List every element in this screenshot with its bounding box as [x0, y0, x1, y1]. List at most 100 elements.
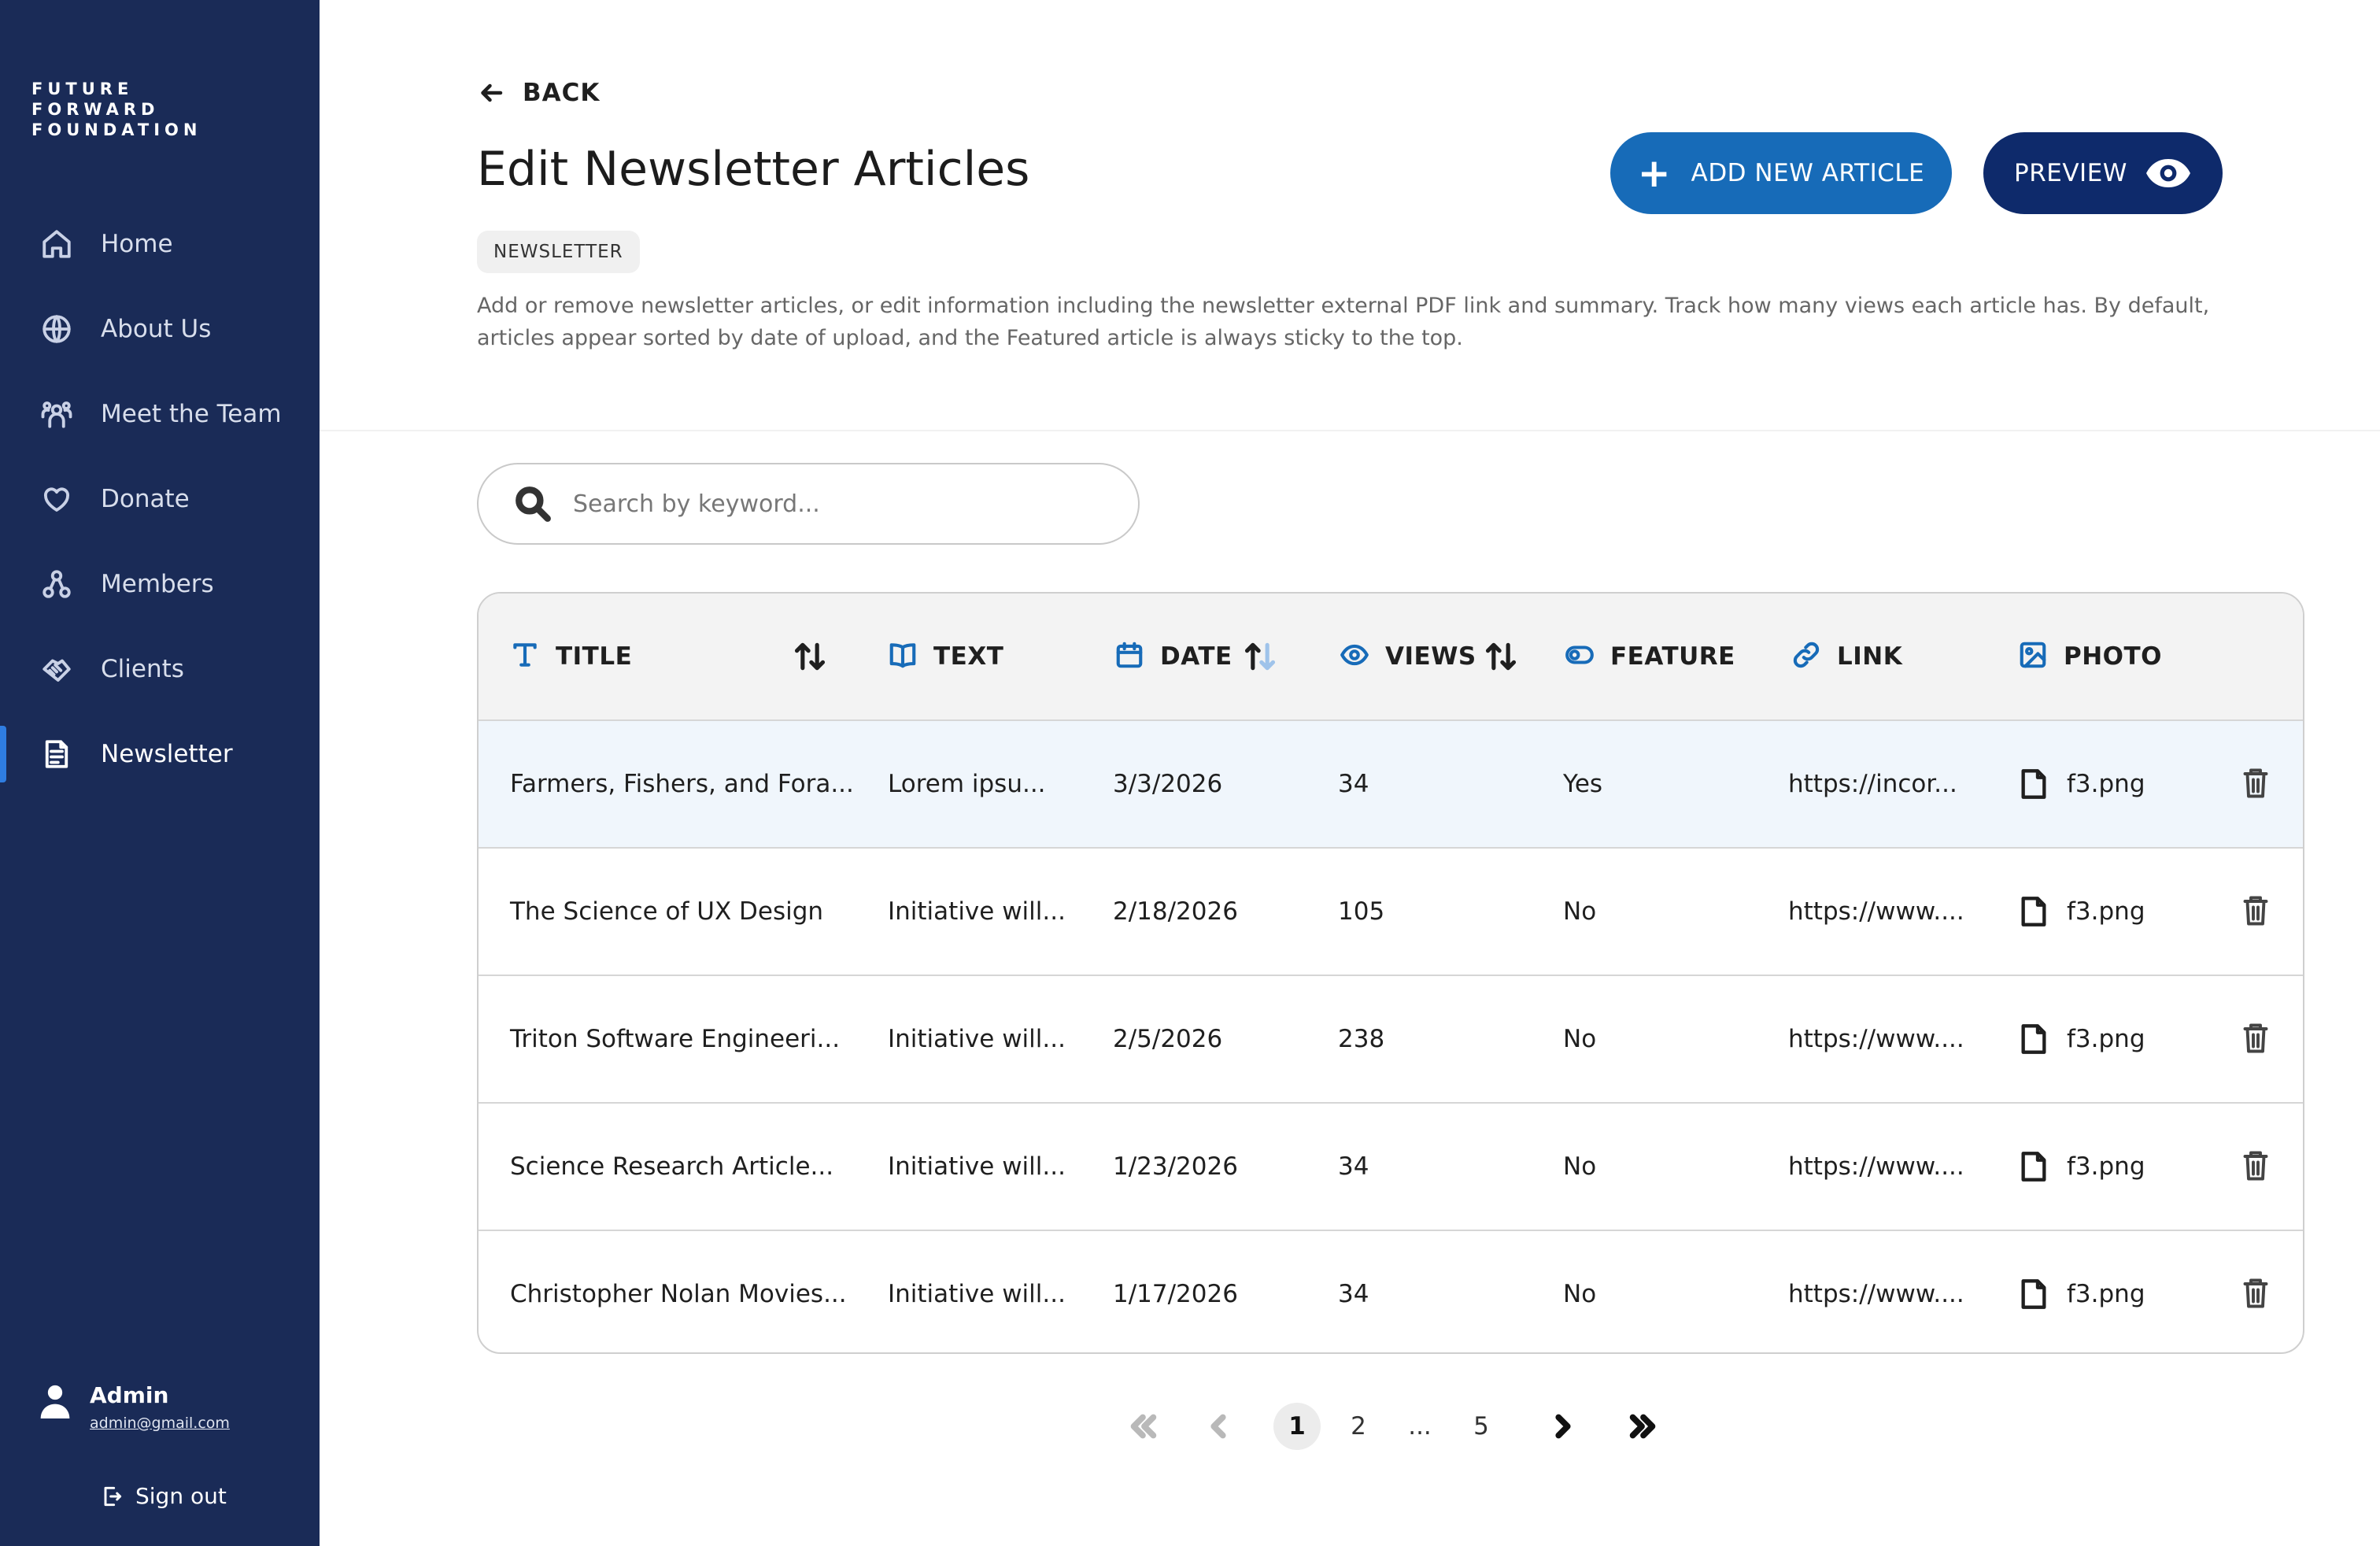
cell-link[interactable]: https://www.... — [1788, 849, 1964, 975]
sidebar-item-label: Members — [101, 570, 214, 598]
page-button-1[interactable]: 1 — [1273, 1403, 1321, 1450]
cell-text[interactable]: Initiative will... — [888, 976, 1066, 1102]
column-header-title: TITLE — [510, 594, 632, 719]
sort-views-button[interactable] — [1483, 639, 1519, 674]
sign-out-icon — [104, 1486, 122, 1506]
team-icon — [39, 397, 74, 431]
table-row[interactable]: Science Research Article... Initiative w… — [479, 1102, 2303, 1230]
sort-ascending-icon — [1244, 642, 1276, 671]
cell-date[interactable]: 2/18/2026 — [1113, 849, 1238, 975]
sidebar-item-clients[interactable]: Clients — [0, 627, 320, 712]
header-divider — [320, 430, 2380, 431]
trash-icon — [2243, 1278, 2268, 1308]
sort-arrows-icon — [1485, 642, 1517, 671]
page-button-5[interactable]: 5 — [1458, 1403, 1505, 1450]
cell-link[interactable]: https://incor... — [1788, 721, 1957, 847]
cell-date[interactable]: 2/5/2026 — [1113, 976, 1222, 1102]
page-description: Add or remove newsletter articles, or ed… — [477, 294, 2210, 350]
delete-row-button[interactable] — [2241, 1149, 2273, 1184]
members-icon — [39, 567, 74, 601]
sidebar-item-meet-the-team[interactable]: Meet the Team — [0, 372, 320, 457]
cell-feature[interactable]: No — [1563, 849, 1596, 975]
cell-text[interactable]: Initiative will... — [888, 849, 1066, 975]
cell-date[interactable]: 1/23/2026 — [1113, 1104, 1238, 1230]
cell-link[interactable]: https://www.... — [1788, 1231, 1964, 1352]
photo-filename: f3.png — [2067, 1152, 2145, 1181]
book-icon — [888, 640, 918, 673]
cell-title[interactable]: Christopher Nolan Movies... — [510, 1231, 847, 1352]
preview-button[interactable]: PREVIEW — [1983, 132, 2223, 214]
column-label: PHOTO — [2064, 642, 2163, 671]
photo-filename: f3.png — [2067, 770, 2145, 798]
cell-photo[interactable]: f3.png — [2020, 849, 2145, 975]
column-header-text: TEXT — [888, 594, 1003, 719]
cell-photo[interactable]: f3.png — [2020, 1231, 2145, 1352]
cell-views: 34 — [1338, 770, 1369, 798]
text-type-icon — [510, 640, 540, 673]
globe-icon — [39, 312, 74, 346]
cell-photo[interactable]: f3.png — [2020, 1104, 2145, 1230]
delete-row-button[interactable] — [2241, 767, 2273, 801]
column-header-feature: FEATURE — [1565, 594, 1735, 719]
search-bar — [477, 463, 1140, 545]
brand-line-1: FUTURE — [31, 80, 134, 98]
trash-icon — [2243, 896, 2268, 926]
toggle-icon — [1565, 640, 1595, 673]
cell-photo[interactable]: f3.png — [2020, 976, 2145, 1102]
sidebar-item-newsletter[interactable]: Newsletter — [0, 712, 320, 797]
delete-row-button[interactable] — [2241, 1022, 2273, 1056]
sidebar-item-about-us[interactable]: About Us — [0, 287, 320, 372]
page-button-2[interactable]: 2 — [1335, 1403, 1382, 1450]
table-row[interactable]: Triton Software Engineeri... Initiative … — [479, 975, 2303, 1102]
back-button[interactable]: BACK — [477, 79, 600, 107]
cell-date[interactable]: 1/17/2026 — [1113, 1231, 1238, 1352]
cell-date[interactable]: 3/3/2026 — [1113, 721, 1222, 847]
delete-row-button[interactable] — [2241, 1277, 2273, 1311]
sign-out-button[interactable]: Sign out — [99, 1483, 227, 1509]
sort-title-button[interactable] — [792, 639, 828, 674]
last-page-button[interactable] — [1620, 1403, 1667, 1450]
newsletter-icon — [39, 737, 74, 771]
brand-logo[interactable]: FUTURE FORWARD FOUNDATION — [31, 79, 201, 140]
cell-feature[interactable]: No — [1563, 1104, 1596, 1230]
search-input[interactable] — [573, 490, 1092, 518]
cell-text[interactable]: Initiative will... — [888, 1231, 1066, 1352]
cell-title[interactable]: Farmers, Fishers, and Fora... — [510, 721, 854, 847]
double-chevron-right-icon — [1629, 1414, 1656, 1439]
cell-link[interactable]: https://www.... — [1788, 976, 1964, 1102]
table-row[interactable]: Christopher Nolan Movies... Initiative w… — [479, 1230, 2303, 1352]
table-row[interactable]: The Science of UX Design Initiative will… — [479, 847, 2303, 975]
cell-feature[interactable]: Yes — [1563, 721, 1602, 847]
previous-page-button[interactable] — [1195, 1403, 1242, 1450]
column-label: TITLE — [556, 642, 633, 671]
cell-feature[interactable]: No — [1563, 976, 1596, 1102]
cell-text[interactable]: Initiative will... — [888, 1104, 1066, 1230]
column-label: DATE — [1160, 642, 1232, 671]
cell-photo[interactable]: f3.png — [2020, 721, 2145, 847]
sidebar-item-home[interactable]: Home — [0, 202, 320, 287]
cell-link[interactable]: https://www.... — [1788, 1104, 1964, 1230]
cell-title[interactable]: Triton Software Engineeri... — [510, 976, 840, 1102]
column-header-photo: PHOTO — [2018, 594, 2162, 719]
page-title: Edit Newsletter Articles — [477, 142, 1030, 197]
next-page-button[interactable] — [1539, 1403, 1587, 1450]
cell-views: 34 — [1338, 1152, 1369, 1181]
sidebar-item-donate[interactable]: Donate — [0, 457, 320, 542]
cell-text[interactable]: Lorem ipsu... — [888, 721, 1046, 847]
cell-title[interactable]: Science Research Article... — [510, 1104, 833, 1230]
arrow-left-icon — [481, 83, 503, 102]
column-label: LINK — [1837, 642, 1903, 671]
trash-icon — [2243, 1023, 2268, 1053]
cell-feature[interactable]: No — [1563, 1231, 1596, 1352]
sort-date-button[interactable] — [1242, 639, 1278, 674]
first-page-button[interactable] — [1119, 1403, 1166, 1450]
sidebar-item-members[interactable]: Members — [0, 542, 320, 627]
table-header: TITLE TEXT DATE VIEWS FEATURE LINK PHOTO — [479, 594, 2303, 719]
sign-out-label: Sign out — [135, 1483, 227, 1509]
cell-title[interactable]: The Science of UX Design — [510, 849, 823, 975]
add-new-article-button[interactable]: + ADD NEW ARTICLE — [1610, 132, 1952, 214]
delete-row-button[interactable] — [2241, 894, 2273, 929]
trash-icon — [2243, 768, 2268, 798]
file-icon — [2021, 1024, 2046, 1054]
table-row[interactable]: Farmers, Fishers, and Fora... Lorem ipsu… — [479, 719, 2303, 847]
